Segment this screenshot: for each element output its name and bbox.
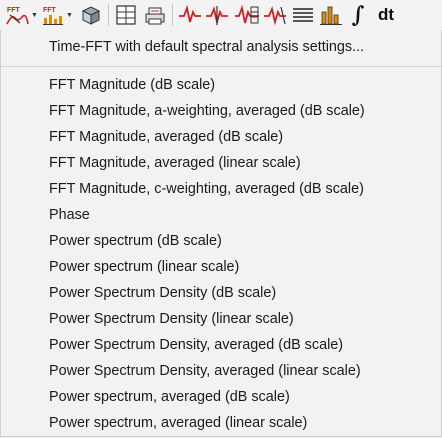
dt-icon: dt xyxy=(377,5,395,24)
menu-item[interactable]: Phase xyxy=(2,202,440,228)
fft-chart-icon: FFT xyxy=(43,7,64,25)
menu-item[interactable]: Power spectrum, averaged (linear scale) xyxy=(2,410,440,436)
menu-item-label: FFT Magnitude, averaged (dB scale) xyxy=(49,129,284,145)
grid-button[interactable] xyxy=(114,3,138,27)
fft-chart-label: FFT xyxy=(43,7,57,14)
menu-item[interactable]: Power Spectrum Density (linear scale) xyxy=(2,306,440,332)
menu-item-time-fft[interactable]: Time-FFT with default spectral analysis … xyxy=(2,34,440,60)
menu-item-label: FFT Magnitude, c-weighting, averaged (dB… xyxy=(49,181,364,197)
printer-icon xyxy=(145,7,165,25)
signal-filter-icon xyxy=(235,4,259,24)
toolbar-separator xyxy=(108,4,109,26)
signal-derivative-icon xyxy=(264,6,286,26)
fft-curve-icon: FFT xyxy=(6,7,29,25)
bars-icon xyxy=(320,6,342,25)
menu-item-label: Power Spectrum Density, averaged (linear… xyxy=(49,363,361,379)
menu-header-section: Time-FFT with default spectral analysis … xyxy=(1,30,441,67)
menu-item-label: Phase xyxy=(49,207,90,223)
menu-item[interactable]: Power spectrum (linear scale) xyxy=(2,254,440,280)
bars-button[interactable] xyxy=(318,3,344,27)
menu-item-label: FFT Magnitude, averaged (linear scale) xyxy=(49,155,301,171)
menu-item-label: Power Spectrum Density, averaged (dB sca… xyxy=(49,337,344,353)
menu-item-label: Power spectrum (dB scale) xyxy=(49,233,222,249)
menu-item-label: Power spectrum, averaged (dB scale) xyxy=(49,389,290,405)
menu-item-label: Power Spectrum Density (dB scale) xyxy=(49,285,277,301)
menu-item-label: FFT Magnitude, a-weighting, averaged (dB… xyxy=(49,103,365,119)
chevron-down-icon: ▼ xyxy=(66,11,73,19)
menu-item-label: Power Spectrum Density (linear scale) xyxy=(49,311,294,327)
chevron-down-icon: ▼ xyxy=(31,11,38,19)
grid-icon xyxy=(116,5,136,25)
lines-button[interactable] xyxy=(290,3,316,27)
toolbar: FFT ▼ FFT ▼ ∫ dt xyxy=(0,0,442,30)
integral-button[interactable]: ∫ xyxy=(347,2,369,28)
dt-button[interactable]: dt xyxy=(373,3,399,27)
toolbar-separator xyxy=(172,4,173,26)
signal-marker-icon xyxy=(206,6,228,26)
lines-icon xyxy=(293,8,313,22)
printer-button[interactable] xyxy=(142,3,168,27)
menu-item[interactable]: Power Spectrum Density (dB scale) xyxy=(2,280,440,306)
signal-icon xyxy=(179,4,201,23)
menu-item[interactable]: Power Spectrum Density, averaged (linear… xyxy=(2,358,440,384)
stacked-box-button[interactable] xyxy=(78,3,104,27)
menu-item[interactable]: FFT Magnitude, a-weighting, averaged (dB… xyxy=(2,98,440,124)
menu-item-label: Power spectrum (linear scale) xyxy=(49,259,240,275)
menu-item-label: Time-FFT with default spectral analysis … xyxy=(49,39,365,55)
fft-chart-dropdown-button[interactable]: FFT ▼ xyxy=(40,3,74,27)
signal-derivative-button[interactable] xyxy=(262,3,288,27)
menu-item[interactable]: Power spectrum (dB scale) xyxy=(2,228,440,254)
menu-item[interactable]: FFT Magnitude, averaged (linear scale) xyxy=(2,150,440,176)
menu-item[interactable]: Power Spectrum Density, averaged (dB sca… xyxy=(2,332,440,358)
menu-item[interactable]: FFT Magnitude (dB scale) xyxy=(2,72,440,98)
menu-item[interactable]: Power spectrum, averaged (dB scale) xyxy=(2,384,440,410)
signal-button[interactable] xyxy=(177,3,203,27)
signal-filter-button[interactable] xyxy=(233,3,261,27)
menu-item-label: FFT Magnitude (dB scale) xyxy=(49,77,216,93)
signal-marker-button[interactable] xyxy=(204,3,230,27)
menu-item[interactable]: FFT Magnitude, c-weighting, averaged (dB… xyxy=(2,176,440,202)
menu-item[interactable]: FFT Magnitude, averaged (dB scale) xyxy=(2,124,440,150)
stacked-box-icon xyxy=(81,6,101,25)
fft-curve-label: FFT xyxy=(7,7,21,14)
integral-icon: ∫ xyxy=(351,2,365,28)
menu-item-label: Power spectrum, averaged (linear scale) xyxy=(49,415,308,431)
spectral-analysis-menu: Time-FFT with default spectral analysis … xyxy=(0,30,442,437)
fft-curve-dropdown-button[interactable]: FFT ▼ xyxy=(3,3,39,27)
